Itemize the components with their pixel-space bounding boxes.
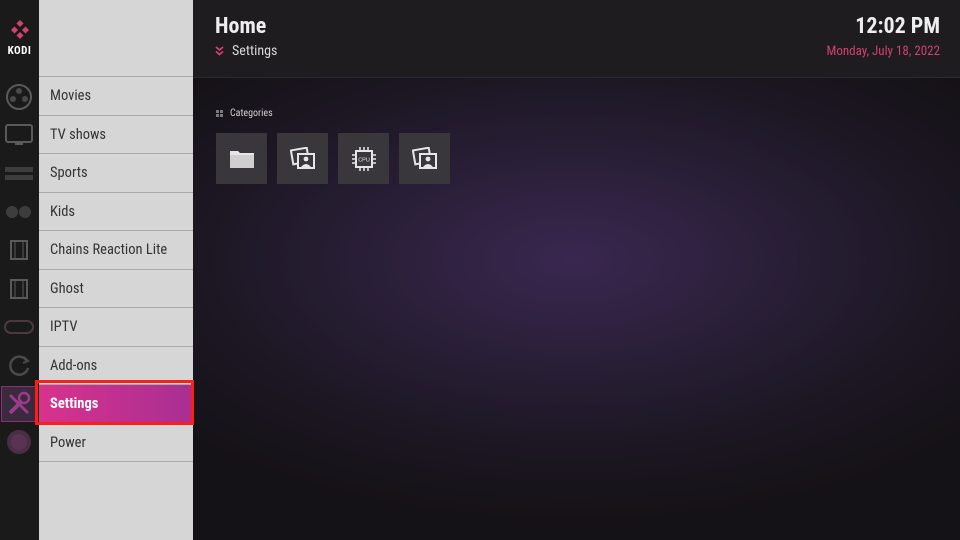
menu-item-chains-reaction-lite[interactable]: Chains Reaction Lite <box>39 231 193 270</box>
menu-item-ghost[interactable]: Ghost <box>39 270 193 308</box>
film-strip-icon <box>1 271 37 307</box>
cpu-icon-text: CPU <box>358 157 370 163</box>
menu-item-add-ons[interactable]: Add-ons <box>39 347 193 385</box>
category-tile-cpu[interactable]: CPU <box>338 133 389 184</box>
clock-date: Monday, July 18, 2022 <box>826 44 941 59</box>
power-icon <box>1 424 37 460</box>
categories-heading: Categories <box>216 108 273 119</box>
header-bar: Home Settings 12:02 PM Monday, July 18, … <box>193 0 960 78</box>
refresh-icon <box>1 348 37 384</box>
menu-item-settings[interactable]: Settings <box>39 385 193 424</box>
icon-strip: KODI <box>0 0 39 540</box>
categories-tiles: CPU <box>216 133 450 184</box>
chevron-down-icon <box>215 46 224 56</box>
category-tile-folder[interactable] <box>216 133 267 184</box>
breadcrumb-label: Settings <box>232 43 278 59</box>
film-strip-icon <box>1 232 37 268</box>
photos-icon <box>411 146 437 169</box>
kids-icon <box>1 194 37 230</box>
main-background <box>193 0 960 540</box>
film-reel-icon <box>1 79 37 115</box>
iptv-icon <box>1 309 37 345</box>
main-menu: Movies TV shows Sports Kids Chains React… <box>39 0 193 540</box>
cpu-icon: CPU <box>351 146 376 171</box>
grid-icon <box>216 110 223 117</box>
menu-header-space <box>39 0 193 77</box>
sports-icon <box>1 156 37 192</box>
categories-label: Categories <box>230 108 273 119</box>
folder-icon <box>229 150 254 168</box>
kodi-logo[interactable]: KODI <box>0 0 39 77</box>
tools-icon <box>1 386 37 422</box>
breadcrumb: Settings <box>215 43 277 59</box>
category-tile-photos[interactable] <box>277 133 328 184</box>
clock-time: 12:02 PM <box>855 14 940 39</box>
menu-item-iptv[interactable]: IPTV <box>39 308 193 347</box>
menu-item-sports[interactable]: Sports <box>39 154 193 193</box>
menu-item-tv-shows[interactable]: TV shows <box>39 116 193 154</box>
photos-icon <box>289 146 315 169</box>
tv-icon <box>1 117 37 153</box>
menu-item-movies[interactable]: Movies <box>39 77 193 116</box>
menu-item-kids[interactable]: Kids <box>39 193 193 231</box>
kodi-logo-icon <box>10 20 29 40</box>
menu-item-power[interactable]: Power <box>39 424 193 462</box>
kodi-logo-text: KODI <box>7 44 32 57</box>
category-tile-photos-2[interactable] <box>399 133 450 184</box>
page-title: Home <box>215 14 267 39</box>
